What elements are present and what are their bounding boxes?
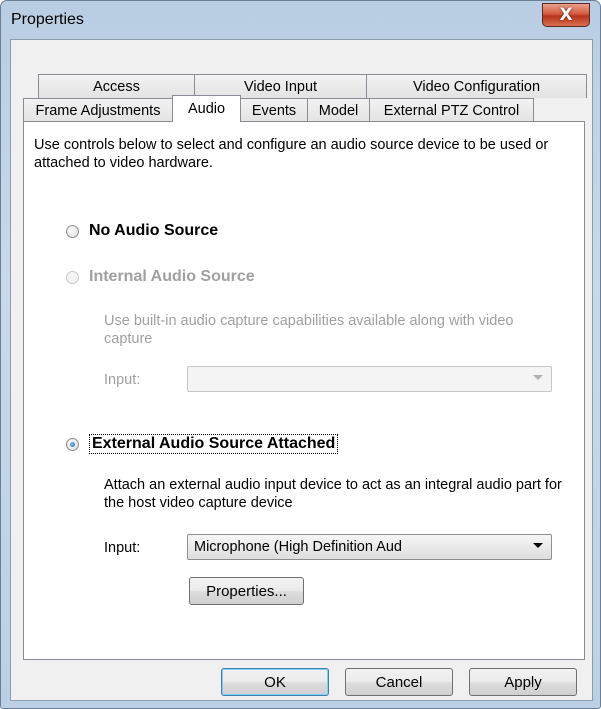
close-button[interactable]: X [542, 3, 590, 27]
external-audio-source-option[interactable]: External Audio Source Attached [66, 434, 339, 454]
panel-description: Use controls below to select and configu… [34, 137, 549, 171]
title-bar[interactable]: Properties X [1, 1, 600, 39]
external-audio-description: Attach an external audio input device to… [104, 477, 562, 511]
internal-audio-label: Internal Audio Source [89, 268, 255, 285]
chevron-down-icon [533, 375, 543, 380]
audio-properties-button[interactable]: Properties... [189, 577, 304, 605]
internal-audio-source-option[interactable]: Internal Audio Source [66, 268, 255, 286]
tab-events[interactable]: Events [240, 98, 308, 122]
properties-dialog: Properties X Access Video Input Video Co… [0, 0, 601, 709]
no-audio-source-option[interactable]: No Audio Source [66, 222, 218, 240]
external-audio-label: External Audio Source Attached [89, 434, 339, 454]
tab-video-configuration[interactable]: Video Configuration [366, 74, 587, 98]
chevron-down-icon [533, 543, 543, 548]
external-input-value: Microphone (High Definition Aud [194, 539, 402, 555]
audio-tab-panel: Use controls below to select and configu… [23, 121, 585, 660]
internal-input-select[interactable] [187, 366, 552, 392]
tab-frame-adjustments[interactable]: Frame Adjustments [23, 98, 173, 122]
ok-button[interactable]: OK [221, 668, 329, 696]
tab-row-2: Frame Adjustments Audio Events Model Ext… [23, 95, 534, 122]
dialog-body: Access Video Input Video Configuration F… [10, 39, 593, 701]
internal-audio-radio[interactable] [66, 270, 79, 284]
window-title: Properties [11, 11, 84, 28]
no-audio-radio[interactable] [66, 224, 79, 238]
tab-row-1: Access Video Input Video Configuration [38, 74, 587, 98]
close-icon: X [559, 5, 573, 25]
external-input-select[interactable]: Microphone (High Definition Aud [187, 534, 552, 560]
cancel-button[interactable]: Cancel [345, 668, 453, 696]
tab-external-ptz-control[interactable]: External PTZ Control [369, 98, 534, 122]
apply-button[interactable]: Apply [469, 668, 577, 696]
internal-audio-description: Use built-in audio capture capabilities … [104, 313, 514, 347]
external-input-label: Input: [104, 540, 141, 556]
tab-model[interactable]: Model [307, 98, 370, 122]
no-audio-label: No Audio Source [89, 222, 219, 239]
internal-input-label: Input: [104, 372, 141, 388]
tab-audio[interactable]: Audio [172, 95, 241, 122]
external-audio-radio[interactable] [66, 437, 79, 451]
